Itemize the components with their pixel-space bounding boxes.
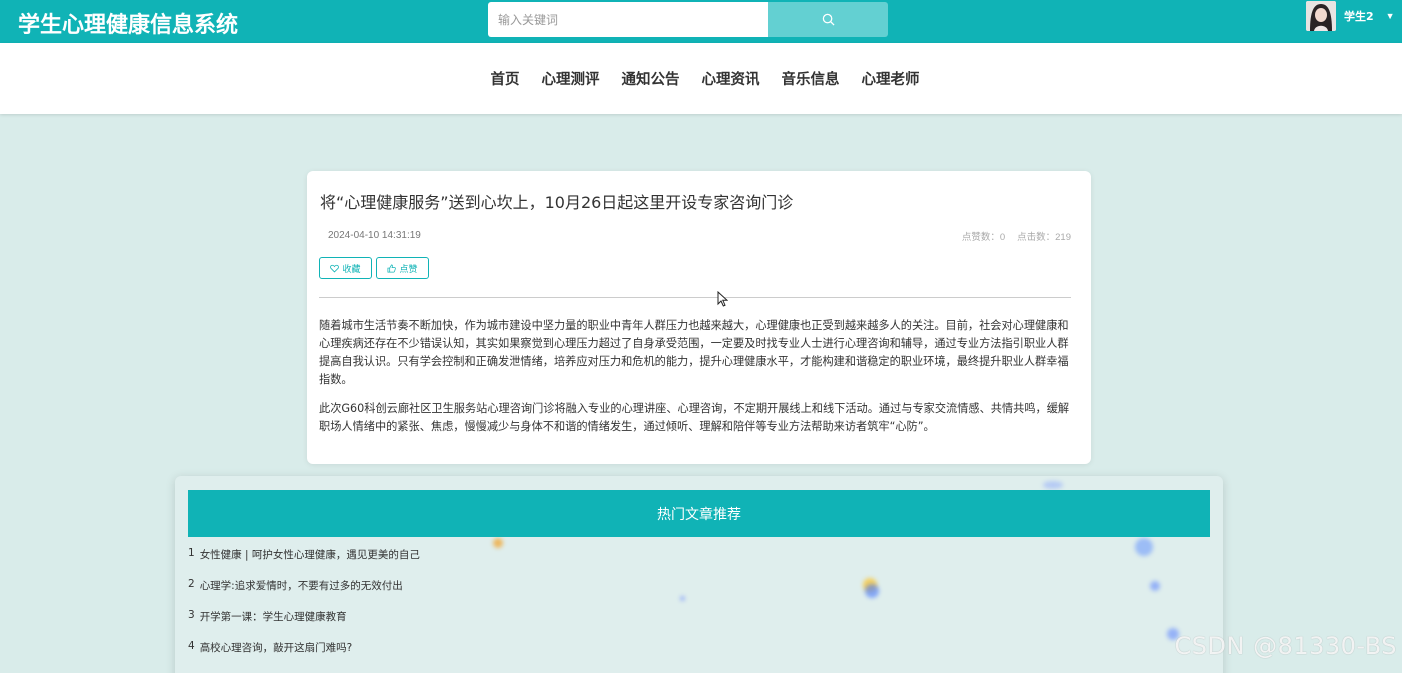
thumbs-up-icon <box>388 264 397 272</box>
decorative-dot <box>865 584 879 598</box>
decorative-dot <box>1150 581 1160 591</box>
watermark: CSDN @81330-BS <box>1174 632 1397 660</box>
search-button[interactable] <box>768 2 888 37</box>
top-header: 学生心理健康信息系统 学生2 ▼ <box>0 0 1402 43</box>
collect-label: 收藏 <box>342 264 361 275</box>
item-number: 4 <box>188 640 195 652</box>
hot-articles-title: 热门文章推荐 <box>657 506 741 523</box>
decorative-dot <box>493 538 503 548</box>
list-item[interactable]: 4 高校心理咨询，敲开这扇门难吗? <box>188 640 420 671</box>
decorative-dot <box>680 596 685 601</box>
divider <box>319 297 1071 298</box>
nav-item-home[interactable]: 首页 <box>491 68 520 89</box>
hot-articles-section: 热门文章推荐 1 女性健康 | 呵护女性心理健康，遇见更美的自己 2 心理学:追… <box>175 476 1223 673</box>
item-title[interactable]: 高校心理咨询，敲开这扇门难吗? <box>200 640 353 671</box>
list-item[interactable]: 3 开学第一课：学生心理健康教育 <box>188 609 420 640</box>
search-input[interactable] <box>488 2 768 37</box>
user-name[interactable]: 学生2 <box>1344 8 1374 24</box>
article-title: 将“心理健康服务”送到心坎上，10月26日起这里开设专家咨询门诊 <box>320 193 794 212</box>
article-body: 随着城市生活节奏不断加快，作为城市建设中坚力量的职业中青年人群压力也越来越大，心… <box>319 317 1075 447</box>
article-stats: 点赞数：0 点击数：219 <box>962 229 1071 243</box>
hot-articles-header: 热门文章推荐 <box>188 490 1210 537</box>
main-nav: 首页 心理测评 通知公告 心理资讯 音乐信息 心理老师 <box>0 43 1402 114</box>
site-logo[interactable]: 学生心理健康信息系统 <box>18 7 238 39</box>
decorative-dot <box>1043 481 1063 489</box>
caret-down-icon[interactable]: ▼ <box>1386 11 1395 21</box>
click-count: 点击数：219 <box>1017 232 1071 243</box>
item-number: 1 <box>188 547 195 559</box>
like-label: 点赞 <box>399 264 418 275</box>
item-number: 3 <box>188 609 195 621</box>
article-paragraph: 此次G60科创云廊社区卫生服务站心理咨询门诊将融入专业的心理讲座、心理咨询，不定… <box>319 402 1070 433</box>
heart-icon <box>330 264 340 272</box>
like-count: 点赞数：0 <box>961 232 1006 243</box>
nav-item-news[interactable]: 心理资讯 <box>702 68 760 89</box>
nav-item-notices[interactable]: 通知公告 <box>622 68 680 89</box>
like-button[interactable]: 点赞 <box>376 257 429 279</box>
item-number: 2 <box>188 578 195 590</box>
item-title[interactable]: 心理学:追求爱情时，不要有过多的无效付出 <box>200 578 403 609</box>
search-icon <box>822 13 835 26</box>
item-title[interactable]: 开学第一课：学生心理健康教育 <box>200 609 347 640</box>
article-card: 将“心理健康服务”送到心坎上，10月26日起这里开设专家咨询门诊 2024-04… <box>307 171 1091 464</box>
nav-item-music[interactable]: 音乐信息 <box>782 68 840 89</box>
avatar[interactable] <box>1306 1 1336 31</box>
item-title[interactable]: 女性健康 | 呵护女性心理健康，遇见更美的自己 <box>200 547 420 578</box>
mouse-cursor-icon <box>717 291 728 307</box>
nav-item-teachers[interactable]: 心理老师 <box>862 68 920 89</box>
article-paragraph: 随着城市生活节奏不断加快，作为城市建设中坚力量的职业中青年人群压力也越来越大，心… <box>319 319 1069 386</box>
list-item[interactable]: 1 女性健康 | 呵护女性心理健康，遇见更美的自己 <box>188 547 420 578</box>
decorative-dot <box>1135 538 1153 556</box>
user-menu[interactable]: 学生2 ▼ <box>1306 0 1395 32</box>
article-date: 2024-04-10 14:31:19 <box>328 230 421 241</box>
collect-button[interactable]: 收藏 <box>319 257 372 279</box>
nav-item-assessment[interactable]: 心理测评 <box>542 68 600 89</box>
list-item[interactable]: 2 心理学:追求爱情时，不要有过多的无效付出 <box>188 578 420 609</box>
hot-articles-list: 1 女性健康 | 呵护女性心理健康，遇见更美的自己 2 心理学:追求爱情时，不要… <box>188 547 420 671</box>
